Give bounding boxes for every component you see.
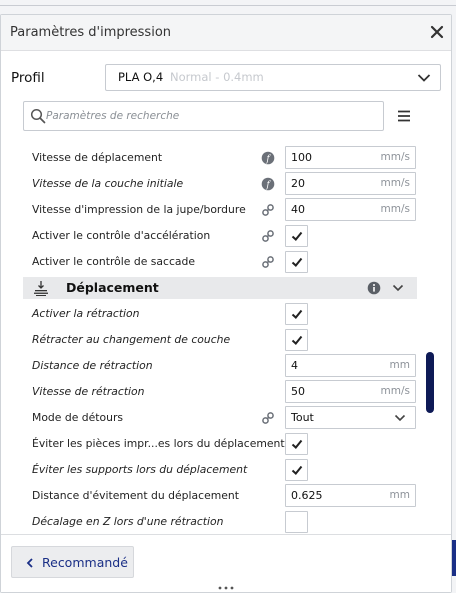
profile-name: PLA O,4 — [118, 70, 164, 84]
link-icon — [262, 230, 274, 242]
chevron-left-icon — [26, 558, 33, 568]
setting-label: Activer le contrôle de saccade — [32, 255, 195, 268]
panel-title: Paramètres d'impression — [10, 25, 172, 40]
print-settings-panel: Paramètres d'impression Profil PLA O,4 N… — [0, 14, 452, 593]
check-icon — [291, 309, 303, 319]
setting-row: Vitesse d'impression de la jupe/bordure 4… — [23, 197, 419, 223]
setting-row: Activer le contrôle d'accélération — [23, 223, 419, 249]
unit-label: mm/s — [380, 385, 410, 397]
setting-label: Décalage en Z lors d'une rétraction — [32, 515, 224, 528]
number-input[interactable]: 40 mm/s — [285, 198, 416, 221]
backdrop-divider — [0, 5, 456, 6]
link-icon — [262, 256, 274, 268]
backdrop-accent-strip — [452, 540, 456, 576]
check-icon — [291, 465, 303, 475]
setting-label: Vitesse de la couche initiale — [32, 177, 184, 190]
chevron-down-icon — [392, 284, 404, 292]
setting-label: Activer le contrôle d'accélération — [32, 229, 211, 242]
close-icon — [430, 25, 444, 39]
setting-checkbox[interactable] — [285, 303, 308, 325]
settings-list: Vitesse de déplacement f 100 mm/s Vitesse de… — [23, 145, 419, 535]
setting-label: Distance d'évitement du déplacement — [32, 489, 239, 502]
function-icon: f — [261, 177, 275, 191]
setting-row: Rétracter au changement de couche — [23, 327, 419, 353]
setting-label: Vitesse d'impression de la jupe/bordure — [32, 203, 246, 216]
profile-label: Profil — [11, 70, 45, 86]
check-icon — [291, 439, 303, 449]
close-button[interactable] — [427, 22, 447, 42]
number-input[interactable]: 50 mm/s — [285, 380, 416, 403]
info-icon — [367, 281, 381, 295]
hamburger-menu-icon[interactable] — [397, 110, 411, 122]
combing-mode-dropdown[interactable]: Tout — [285, 406, 416, 429]
number-value: 20 — [291, 177, 305, 190]
profile-dropdown[interactable]: PLA O,4 Normal - 0.4mm — [105, 64, 441, 91]
setting-row: Distance d'évitement du déplacement 0.625… — [23, 483, 419, 509]
recommended-button[interactable]: Recommandé — [11, 546, 134, 578]
number-value: 40 — [291, 203, 305, 216]
profile-quality: Normal - 0.4mm — [170, 70, 264, 84]
setting-label: Éviter les pièces impr...es lors du dépl… — [32, 437, 285, 450]
unit-label: mm/s — [380, 203, 410, 215]
number-value: 4 — [291, 359, 298, 372]
unit-label: mm — [389, 489, 410, 501]
search-input[interactable] — [46, 107, 376, 125]
panel-footer: Recommandé — [1, 534, 451, 592]
link-icon — [262, 204, 274, 216]
setting-row: Vitesse de la couche initiale f 20 mm/s — [23, 171, 419, 197]
select-value: Tout — [291, 411, 314, 424]
setting-row: Décalage en Z lors d'une rétraction — [23, 509, 419, 535]
function-icon: f — [261, 151, 275, 165]
setting-label: Rétracter au changement de couche — [32, 333, 231, 346]
setting-label: Distance de rétraction — [32, 359, 153, 372]
chevron-down-icon — [417, 74, 431, 82]
setting-label: Mode de détours — [32, 411, 124, 424]
check-icon — [291, 231, 303, 241]
number-value: 50 — [291, 385, 305, 398]
number-input[interactable]: 100 mm/s — [285, 146, 416, 169]
setting-label: Vitesse de déplacement — [32, 151, 163, 164]
setting-row: Distance de rétraction 4 mm — [23, 353, 419, 379]
setting-label: Activer la rétraction — [32, 307, 140, 320]
setting-row: Activer la rétraction — [23, 301, 419, 327]
check-icon — [291, 335, 303, 345]
resize-handle-icon[interactable] — [216, 585, 236, 591]
travel-icon — [34, 281, 48, 296]
setting-row: Mode de détours Tout — [23, 405, 419, 431]
chevron-down-icon — [394, 414, 406, 422]
setting-checkbox[interactable] — [285, 459, 308, 481]
setting-checkbox[interactable] — [285, 225, 308, 247]
setting-checkbox[interactable] — [285, 251, 308, 273]
panel-header: Paramètres d'impression — [1, 15, 451, 51]
number-input[interactable]: 20 mm/s — [285, 172, 416, 195]
category-label: Déplacement — [66, 280, 159, 295]
setting-checkbox[interactable] — [285, 511, 308, 533]
search-box — [23, 101, 384, 131]
number-input[interactable]: 0.625 mm — [285, 484, 416, 507]
unit-label: mm/s — [380, 151, 410, 163]
setting-row: Éviter les supports lors du déplacement — [23, 457, 419, 483]
category-header-travel[interactable]: Déplacement — [23, 277, 417, 299]
setting-row: Activer le contrôle de saccade — [23, 249, 419, 275]
setting-label: Vitesse de rétraction — [32, 385, 145, 398]
link-icon — [262, 412, 274, 424]
setting-row: Éviter les pièces impr...es lors du dépl… — [23, 431, 419, 457]
setting-row: Vitesse de déplacement f 100 mm/s — [23, 145, 419, 171]
search-icon — [30, 108, 46, 124]
unit-label: mm — [389, 359, 410, 371]
number-input[interactable]: 4 mm — [285, 354, 416, 377]
setting-checkbox[interactable] — [285, 329, 308, 351]
setting-row: Vitesse de rétraction 50 mm/s — [23, 379, 419, 405]
setting-checkbox[interactable] — [285, 433, 308, 455]
unit-label: mm/s — [380, 177, 410, 189]
check-icon — [291, 257, 303, 267]
number-value: 0.625 — [291, 489, 323, 502]
setting-label: Éviter les supports lors du déplacement — [32, 463, 248, 476]
number-value: 100 — [291, 151, 312, 164]
recommended-label: Recommandé — [42, 555, 128, 570]
scrollbar-thumb[interactable] — [426, 352, 434, 413]
